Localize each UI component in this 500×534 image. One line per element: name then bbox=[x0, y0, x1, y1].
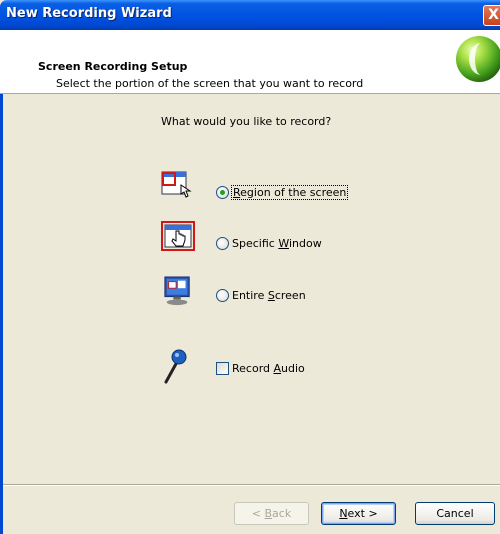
screen-label[interactable]: Entire Screen bbox=[232, 289, 306, 302]
header-subtitle: Select the portion of the screen that yo… bbox=[56, 77, 364, 90]
title-bar: New Recording Wizard bbox=[0, 0, 500, 30]
region-radio[interactable] bbox=[216, 186, 229, 199]
header-title: Screen Recording Setup bbox=[38, 60, 188, 73]
close-icon: X bbox=[488, 7, 499, 23]
microphone-icon bbox=[164, 349, 187, 384]
option-window[interactable]: Specific Window bbox=[216, 237, 322, 250]
back-button[interactable]: < Back bbox=[234, 502, 309, 525]
region-icon bbox=[161, 171, 192, 198]
option-region[interactable]: Region of the screen bbox=[216, 185, 349, 200]
option-audio[interactable]: Record Audio bbox=[216, 362, 305, 375]
option-screen[interactable]: Entire Screen bbox=[216, 289, 306, 302]
window-title: New Recording Wizard bbox=[6, 6, 172, 21]
wizard-header: Screen Recording Setup Select the portio… bbox=[0, 30, 500, 94]
screen-radio[interactable] bbox=[216, 289, 229, 302]
monitor-icon bbox=[164, 276, 190, 306]
record-question: What would you like to record? bbox=[161, 115, 332, 128]
app-logo-icon bbox=[456, 36, 500, 82]
cancel-button[interactable]: Cancel bbox=[415, 502, 495, 525]
window-icon bbox=[161, 221, 195, 251]
region-label[interactable]: Region of the screen bbox=[230, 185, 349, 200]
next-button[interactable]: Next > bbox=[321, 502, 396, 525]
window-left-border bbox=[0, 94, 3, 534]
footer-divider bbox=[3, 484, 500, 486]
window-radio[interactable] bbox=[216, 237, 229, 250]
close-button[interactable]: X bbox=[483, 5, 500, 26]
audio-label[interactable]: Record Audio bbox=[232, 362, 305, 375]
audio-checkbox[interactable] bbox=[216, 362, 229, 375]
window-label[interactable]: Specific Window bbox=[232, 237, 322, 250]
